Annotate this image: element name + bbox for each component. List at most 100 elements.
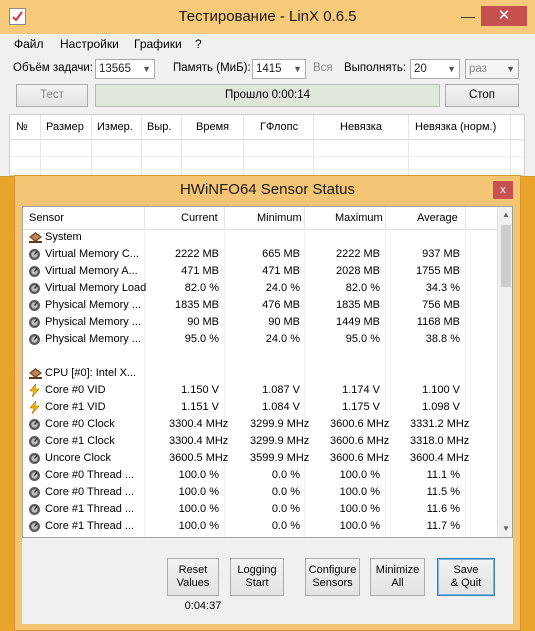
sensor-average: 1.100 V — [422, 384, 460, 396]
sensor-current: 100.0 % — [178, 520, 219, 532]
sensor-icon — [28, 452, 41, 468]
sensor-icon — [28, 486, 41, 502]
memory-combo[interactable]: 1415 ▼ — [252, 59, 306, 79]
close-icon[interactable]: x — [493, 181, 513, 199]
sensor-current: 90 MB — [187, 316, 219, 328]
memory-all-option[interactable]: Вся — [313, 62, 333, 74]
stop-button[interactable]: Стоп — [445, 84, 519, 107]
sensor-current: 1.151 V — [181, 401, 219, 413]
sensor-icon — [28, 520, 41, 536]
col-average[interactable]: Average — [417, 212, 458, 224]
sensor-current: 3300.4 MHz — [169, 418, 229, 430]
sensor-average: 1168 MB — [416, 316, 460, 328]
run-unit-combo[interactable]: раз ▼ — [465, 59, 519, 79]
col-time[interactable]: Время — [196, 121, 229, 133]
sensor-average: 3331.2 MHz — [410, 418, 470, 430]
sensor-average: 38.8 % — [425, 333, 460, 345]
sensor-row[interactable]: Core #1 VID 1.151 V 1.084 V 1.175 V 1.098 V — [23, 399, 497, 416]
sensor-maximum: 1.175 V — [342, 401, 380, 413]
sensor-current: 100.0 % — [178, 486, 219, 498]
sensor-maximum: 100.0 % — [339, 520, 380, 532]
sensor-maximum: 2028 MB — [335, 265, 380, 277]
sensor-row[interactable]: Core #1 Clock 3300.4 MHz 3299.9 MHz 3600.6 … — [23, 433, 497, 450]
sensor-maximum: 100.0 % — [339, 503, 380, 515]
sensor-list-header: Sensor Current Minimum Maximum Average — [23, 207, 497, 230]
col-gflops[interactable]: ГФлопс — [260, 121, 298, 133]
menu-help[interactable]: ? — [195, 37, 202, 51]
col-maximum[interactable]: Maximum — [335, 212, 383, 224]
sensor-icon — [28, 282, 41, 298]
sensor-row[interactable]: Core #1 Thread ... 100.0 % 0.0 % 100.0 % 11.… — [23, 518, 497, 535]
minimize-all-label-2: All — [391, 577, 404, 589]
menu-graphs[interactable]: Графики — [134, 37, 182, 51]
close-window-button[interactable]: ✕ — [481, 6, 527, 26]
test-parameters-row: Объём задачи: 13565 ▼ Память (МиБ): 1415… — [0, 58, 535, 80]
reset-values-button[interactable]: Reset Values — [167, 558, 219, 596]
sensor-minimum: 90 MB — [268, 316, 300, 328]
col-residual-norm[interactable]: Невязка (норм.) — [415, 121, 496, 133]
save-quit-button[interactable]: Save & Quit — [437, 558, 495, 596]
sensor-minimum: 3599.9 MHz — [250, 452, 310, 464]
sensor-row[interactable]: Virtual Memory Load 82.0 % 24.0 % 82.0 % 34.… — [23, 280, 497, 297]
sensor-name: Core #1 Clock — [45, 435, 115, 447]
sensor-row[interactable]: Virtual Memory C... 2222 MB 665 MB 2222 MB 9… — [23, 246, 497, 263]
linx-window: Тестирование - LinX 0.6.5 — ✕ Файл Настр… — [0, 0, 535, 177]
sensor-row[interactable]: Core #1 Thread ... 100.0 % 0.0 % 100.0 % 11.… — [23, 501, 497, 518]
sensor-name: Physical Memory ... — [45, 299, 141, 311]
scrollbar-thumb[interactable] — [501, 225, 511, 287]
col-sensor[interactable]: Sensor — [29, 212, 64, 224]
minimize-window-button[interactable]: — — [455, 6, 481, 26]
run-count-combo[interactable]: 20 ▼ — [410, 59, 460, 79]
chip-group-icon — [28, 367, 43, 383]
sensor-minimum: 24.0 % — [265, 333, 300, 345]
test-button[interactable]: Тест — [16, 84, 88, 107]
col-number[interactable]: № — [16, 121, 28, 133]
col-measure[interactable]: Измер. — [97, 121, 133, 133]
vertical-scrollbar[interactable]: ▲ ▼ — [497, 207, 512, 537]
sensor-row[interactable]: CPU [#0]: Intel X... — [23, 365, 497, 382]
col-current[interactable]: Current — [181, 212, 218, 224]
sensor-current: 3600.5 MHz — [169, 452, 229, 464]
results-table-header: № Размер Измер. Выр. Время ГФлопс Невязк… — [10, 115, 524, 140]
reset-values-label-2: Values — [176, 577, 210, 589]
memory-label: Память (МиБ): — [173, 62, 251, 74]
sensor-row[interactable]: System — [23, 229, 497, 246]
col-residual[interactable]: Невязка — [340, 121, 382, 133]
chip-group-icon — [28, 231, 43, 247]
sensor-row[interactable]: Physical Memory ... 95.0 % 24.0 % 95.0 % 38.… — [23, 331, 497, 348]
sensor-name: Physical Memory ... — [45, 333, 141, 345]
configure-sensors-button[interactable]: Configure Sensors — [305, 558, 360, 596]
sensor-row[interactable]: Uncore Clock 3600.5 MHz 3599.9 MHz 3600.6 M… — [23, 450, 497, 467]
logging-start-button[interactable]: Logging Start — [230, 558, 284, 596]
memory-value: 1415 — [256, 63, 282, 75]
menu-settings[interactable]: Настройки — [60, 37, 119, 51]
sensor-current: 1835 MB — [174, 299, 219, 311]
sensor-row[interactable]: Core #0 Thread ... 100.0 % 0.0 % 100.0 % 11.… — [23, 467, 497, 484]
sensor-row[interactable]: Core #0 VID 1.150 V 1.087 V 1.174 V 1.100 V — [23, 382, 497, 399]
sensor-name: Virtual Memory Load — [45, 282, 147, 294]
minimize-all-button[interactable]: Minimize All — [370, 558, 425, 596]
control-row: Тест Прошло 0:00:14 Стоп — [0, 84, 535, 108]
sensor-row[interactable]: Core #0 Thread ... 100.0 % 0.0 % 100.0 % 11.… — [23, 484, 497, 501]
sensor-row-empty[interactable] — [23, 348, 497, 365]
sensor-row[interactable]: Core #0 Clock 3300.4 MHz 3299.9 MHz 3600.6 … — [23, 416, 497, 433]
linx-titlebar[interactable]: Тестирование - LinX 0.6.5 — ✕ — [0, 0, 535, 34]
sensor-row[interactable]: Virtual Memory A... 471 MB 471 MB 2028 MB 17… — [23, 263, 497, 280]
scroll-down-icon[interactable]: ▼ — [498, 521, 512, 537]
sensor-row[interactable]: Physical Memory ... 1835 MB 476 MB 1835 MB 7… — [23, 297, 497, 314]
sensor-average: 3318.0 MHz — [410, 435, 470, 447]
menu-file[interactable]: Файл — [14, 37, 44, 51]
sensor-name: Core #0 VID — [45, 384, 106, 396]
col-minimum[interactable]: Minimum — [257, 212, 302, 224]
col-align[interactable]: Выр. — [147, 121, 171, 133]
run-count-value: 20 — [414, 63, 427, 75]
problem-size-combo[interactable]: 13565 ▼ — [95, 59, 155, 79]
sensor-average: 756 MB — [422, 299, 460, 311]
sensor-list[interactable]: Sensor Current Minimum Maximum Average S… — [22, 206, 513, 538]
save-quit-label-1: Save — [453, 564, 479, 576]
col-size[interactable]: Размер — [46, 121, 84, 133]
sensor-minimum: 1.084 V — [262, 401, 300, 413]
scroll-up-icon[interactable]: ▲ — [498, 207, 512, 223]
sensor-minimum: 24.0 % — [265, 282, 300, 294]
sensor-row[interactable]: Physical Memory ... 90 MB 90 MB 1449 MB 1168… — [23, 314, 497, 331]
